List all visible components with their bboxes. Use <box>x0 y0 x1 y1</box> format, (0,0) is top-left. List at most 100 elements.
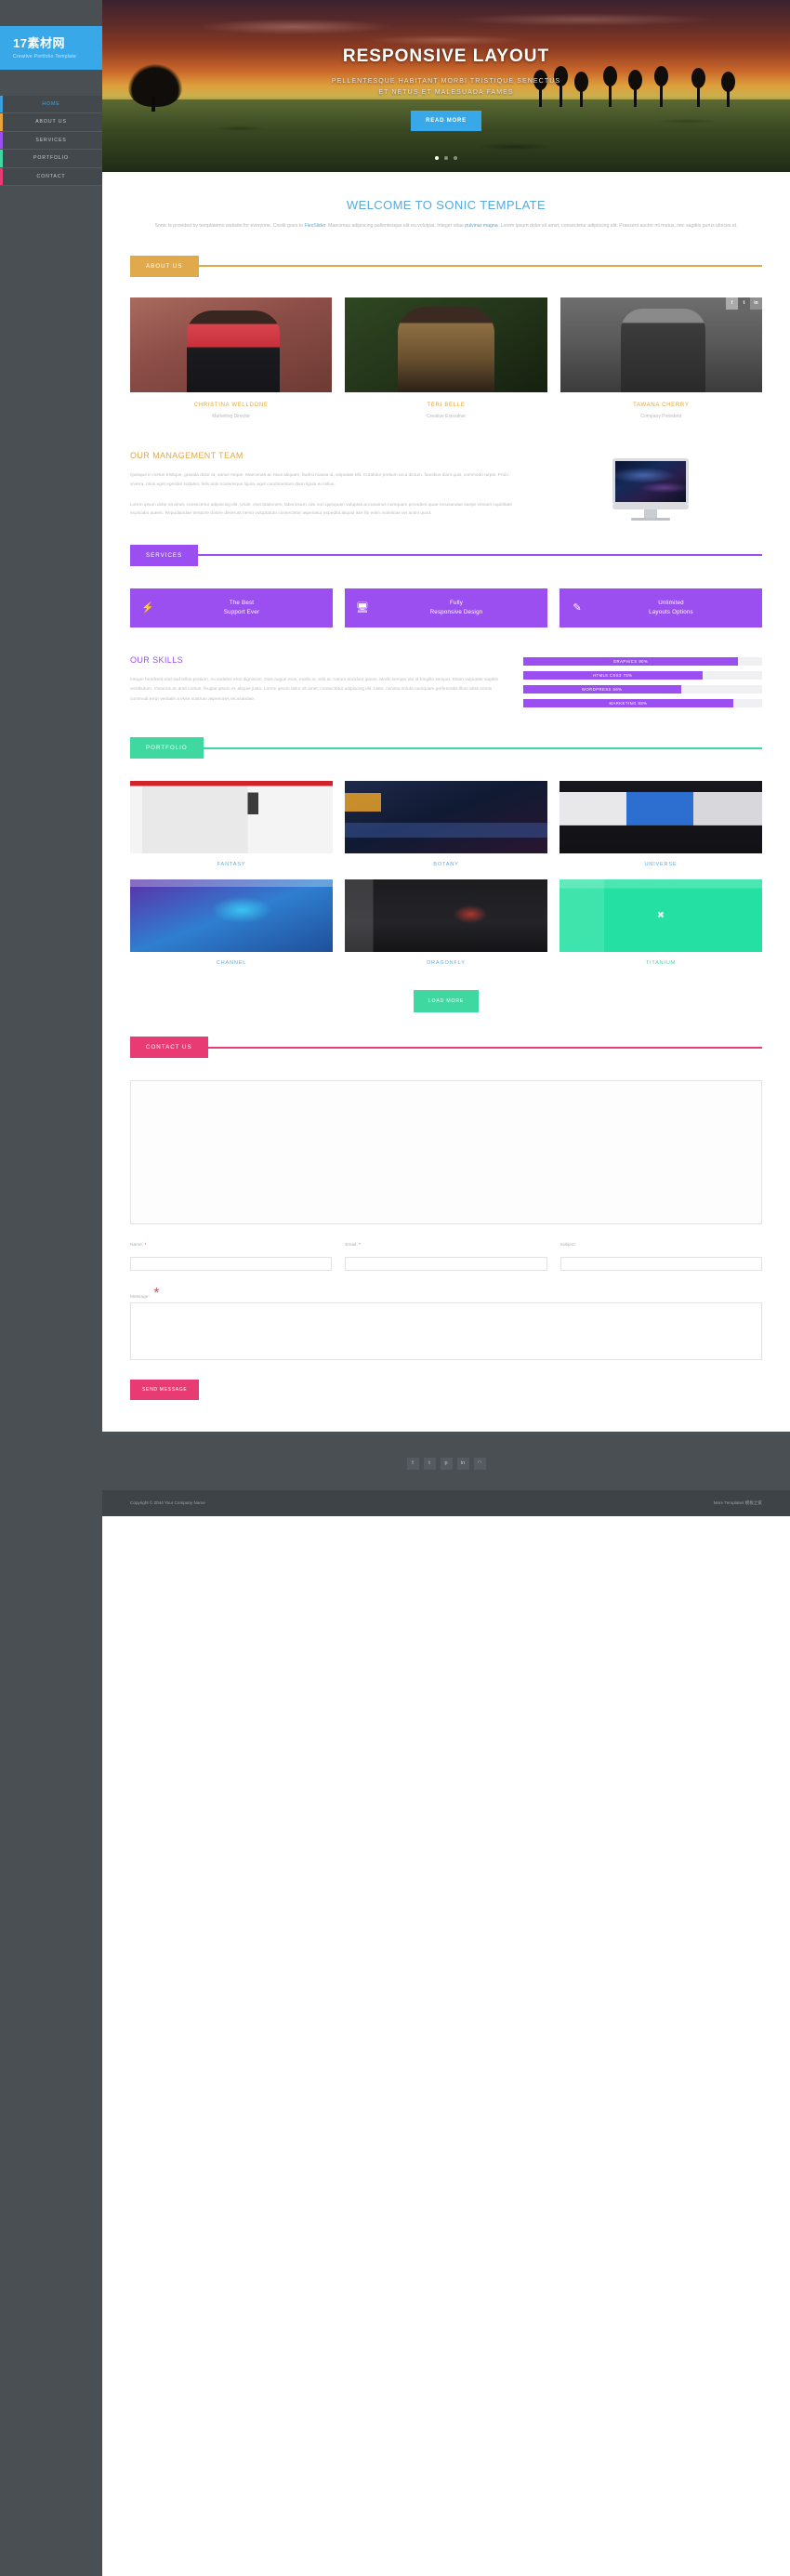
sidebar-item-about-us[interactable]: ABOUT US <box>0 113 102 132</box>
pencil-icon: ✎ <box>573 601 582 614</box>
portfolio-thumbnail[interactable] <box>344 879 547 953</box>
skill-bar-fill: GRAPHICS 90% <box>522 657 739 666</box>
pinterest-icon[interactable]: p <box>440 1457 453 1470</box>
contact-field-label-text: Email: <box>345 1243 358 1248</box>
about-section-rule <box>198 265 762 268</box>
flexslider-link[interactable]: FlexSlider <box>304 223 325 229</box>
service-card-line1: Fully <box>449 599 464 606</box>
footer-copyright: Copyright © 2044 Your Company Name <box>130 1500 205 1506</box>
portfolio-thumbnail[interactable] <box>130 879 333 953</box>
management-image <box>540 451 762 521</box>
hero-slider-dots[interactable] <box>102 148 790 165</box>
skills-section: OUR SKILLS Integer hendrerit erat sed te… <box>130 655 762 713</box>
footer-credit: More Templates 模板之家 <box>714 1500 762 1506</box>
skill-bar-track: HTML5 CSS3 75% <box>522 671 762 680</box>
team-member-card: CHRISTINA WELLDONE Marketing Director <box>130 297 333 419</box>
sidebar-item-portfolio[interactable]: PORTFOLIO <box>0 150 102 168</box>
portfolio-section: PORTFOLIO FANTASY BOTANY UNIVERSE CHANNEL DR… <box>102 737 790 1013</box>
message-field-wrapper: Message: * <box>130 1286 762 1365</box>
service-card-line2: Responsive Design <box>429 609 483 616</box>
portfolio-section-header: PORTFOLIO <box>130 737 762 760</box>
rss-icon[interactable]: ◠ <box>473 1457 486 1470</box>
footer-social-bar: f t p in ◠ <box>102 1431 790 1490</box>
skill-bar-label: GRAPHICS 90% <box>612 659 649 665</box>
service-card-text: Fully Responsive Design <box>373 599 540 617</box>
send-message-button[interactable]: SEND MESSAGE <box>130 1379 200 1400</box>
team-member-role: Company President <box>640 413 682 419</box>
hero-content: RESPONSIVE LAYOUT PELLENTESQUE HABITANT … <box>102 0 790 131</box>
portfolio-thumbnail[interactable] <box>344 781 547 854</box>
hero-slider-dot[interactable] <box>435 156 439 160</box>
portfolio-caption: FANTASY <box>217 862 246 868</box>
team-member-photo <box>130 297 333 392</box>
sidebar-item-contact[interactable]: CONTACT <box>0 167 102 187</box>
welcome-text-2: . Maecenas adipiscing pellentesque elit … <box>325 223 466 229</box>
subject-input[interactable] <box>560 1256 762 1271</box>
portfolio-item: BOTANY <box>344 781 547 868</box>
skills-bar-chart: GRAPHICS 90% HTML5 CSS3 75% WORDPRESS 66% M… <box>522 655 762 713</box>
pulvinar-magna-link[interactable]: pulvinar magna <box>465 223 497 229</box>
required-marker: * <box>357 1243 361 1248</box>
twitter-icon[interactable]: t <box>737 297 750 310</box>
site-logo[interactable]: 17素材网 Creative Portfolio Template <box>0 26 102 70</box>
portfolio-caption: BOTANY <box>433 862 459 868</box>
team-member-photo: f t in <box>560 297 762 392</box>
contact-section: CONTACT US Name: * Email: * Subject Messag… <box>102 1037 790 1400</box>
facebook-icon[interactable]: f <box>725 297 738 310</box>
linkedin-icon[interactable]: in <box>456 1457 469 1470</box>
portfolio-thumbnail[interactable] <box>130 781 333 854</box>
welcome-paragraph: Sonic is provided by templatemo website … <box>130 221 762 231</box>
contact-section-tag: CONTACT US <box>130 1037 208 1059</box>
contact-section-rule <box>207 1046 762 1049</box>
sidebar-item-home[interactable]: HOME <box>0 95 102 114</box>
linkedin-icon[interactable]: in <box>749 297 762 310</box>
portfolio-item: FANTASY <box>130 781 333 867</box>
footer-copyright-bar: Copyright © 2044 Your Company Name More … <box>102 1489 790 1516</box>
management-paragraph-2: Lorem ipsum dolor sit amet, consectetur … <box>130 502 512 517</box>
portfolio-thumbnail[interactable] <box>559 781 762 854</box>
skill-bar-label: HTML5 CSS3 75% <box>593 673 633 679</box>
load-more-button[interactable]: LOAD MORE <box>413 990 480 1013</box>
service-card[interactable]: 🖥 Fully Responsive Design <box>345 588 547 628</box>
team-member-role: Marketing Director <box>212 413 251 419</box>
skill-bar-fill: MARKETING 88% <box>522 699 734 707</box>
services-section: SERVICES ⚡ The Best Support Ever 🖥 Fully Resp… <box>102 544 790 713</box>
sidebar-item-label: SERVICES <box>35 137 67 143</box>
hero-slider-dot[interactable] <box>454 156 457 160</box>
hero-slider-dot[interactable] <box>444 156 448 160</box>
footer-credit-link[interactable]: 模板之家 <box>745 1500 762 1505</box>
facebook-icon[interactable]: f <box>406 1457 419 1470</box>
service-cards: ⚡ The Best Support Ever 🖥 Fully Responsive De… <box>130 588 762 628</box>
management-paragraph-1: Quisque in metus tristique, gravida dolo… <box>130 472 508 487</box>
load-more-wrapper: LOAD MORE <box>130 990 762 1013</box>
bolt-icon: ⚡ <box>141 601 154 614</box>
sidebar-item-services[interactable]: SERVICES <box>0 131 102 151</box>
message-textarea[interactable] <box>130 1301 762 1360</box>
email-input[interactable] <box>345 1256 547 1271</box>
sidebar: 17素材网 Creative Portfolio Template HOME AB… <box>0 0 102 2576</box>
twitter-icon[interactable]: t <box>423 1457 436 1470</box>
name-input[interactable] <box>130 1256 333 1271</box>
sidebar-item-label: PORTFOLIO <box>33 155 69 162</box>
contact-field-label-text: Name: <box>130 1243 144 1248</box>
service-card[interactable]: ⚡ The Best Support Ever <box>130 588 333 628</box>
contact-field: Subject <box>560 1243 762 1271</box>
hero-read-more-button[interactable]: READ MORE <box>411 110 481 131</box>
welcome-text-1: Sonic is provided by templatemo website … <box>154 223 305 229</box>
hero-title: RESPONSIVE LAYOUT <box>342 46 550 66</box>
contact-map[interactable] <box>130 1080 762 1225</box>
skill-bar-label: MARKETING 88% <box>609 701 648 707</box>
about-section-tag: ABOUT US <box>130 255 199 277</box>
skill-bar-track: GRAPHICS 90% <box>522 657 762 666</box>
portfolio-caption: UNIVERSE <box>644 862 678 868</box>
service-card[interactable]: ✎ Unlimited Layouts Options <box>560 588 762 628</box>
service-card-line1: Unlimited <box>658 599 684 606</box>
contact-form-fields: Name: * Email: * Subject <box>130 1243 762 1271</box>
imac-base <box>631 517 671 521</box>
portfolio-caption: DRAGONFLY <box>427 960 466 967</box>
expand-icon[interactable]: ✖ <box>657 911 665 921</box>
portfolio-thumbnail[interactable]: ✖ <box>559 879 762 953</box>
about-section-header: ABOUT US <box>130 255 762 277</box>
required-marker: * <box>143 1243 147 1248</box>
management-team: OUR MANAGEMENT TEAM Quisque in metus tri… <box>130 451 762 521</box>
